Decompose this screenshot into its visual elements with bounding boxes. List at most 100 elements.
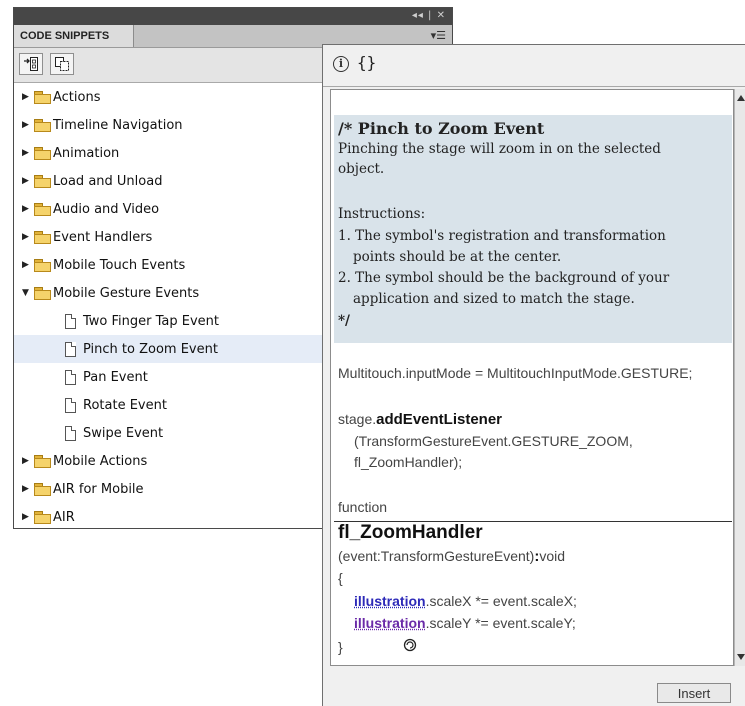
tree-item-label: Audio and Video (53, 201, 160, 217)
snippet-file-icon (65, 341, 76, 357)
snippet-file-icon (65, 425, 76, 441)
collapsed-triangle-icon[interactable]: ▶ (22, 232, 33, 242)
popup-toolbar: i {} (323, 45, 745, 87)
code-stage-prefix: stage. (338, 411, 377, 427)
panel-window-controls[interactable]: ◂◂ | ✕ (412, 10, 446, 21)
instructions-label: Instructions: (338, 206, 426, 222)
tab-code-snippets[interactable]: CODE SNIPPETS (14, 25, 134, 47)
tree-folder[interactable]: ▶ Animation (14, 139, 322, 167)
tree-item-label: Mobile Gesture Events (53, 285, 200, 301)
code-scale-x-rest: .scaleX *= event.scaleX; (425, 593, 577, 609)
collapsed-triangle-icon[interactable]: ▶ (22, 148, 33, 158)
tree-folder[interactable]: ▶ Event Handlers (14, 223, 322, 251)
code-stage-line: stage.addEventListener (338, 411, 502, 428)
tree-folder[interactable]: ▶ Audio and Video (14, 195, 322, 223)
collapsed-triangle-icon[interactable]: ▶ (22, 176, 33, 186)
folder-icon (34, 483, 51, 496)
tree-item-label: Load and Unload (53, 173, 163, 189)
instance-name-link-2[interactable]: illustration (354, 615, 426, 631)
code-scale-y-rest: .scaleY *= event.scaleY; (425, 615, 576, 631)
comment-close: */ (338, 313, 350, 329)
code-close-brace: } (338, 639, 343, 655)
folder-icon (34, 175, 51, 188)
code-signature-args: (event:TransformGestureEvent) (338, 548, 535, 564)
folder-icon (34, 203, 51, 216)
panel-titlebar: ◂◂ | ✕ (14, 8, 452, 25)
tree-snippet[interactable]: Pinch to Zoom Event (14, 335, 322, 363)
collapsed-triangle-icon[interactable]: ▶ (22, 456, 33, 466)
tree-item-label: Swipe Event (83, 425, 164, 441)
tree-item-label: Event Handlers (53, 229, 153, 245)
tree-folder[interactable]: ▶ Actions (14, 83, 322, 111)
tree-item-label: Pinch to Zoom Event (83, 341, 218, 357)
expanded-triangle-icon[interactable]: ▼ (22, 288, 33, 298)
instruction-2-line-1: 2. The symbol should be the background o… (338, 270, 670, 286)
hand-cursor-icon (403, 638, 417, 652)
info-icon[interactable]: i (333, 56, 349, 72)
tree-item-label: Pan Event (83, 369, 148, 385)
tree-snippet[interactable]: Swipe Event (14, 419, 322, 447)
tree-folder[interactable]: ▶ Mobile Actions (14, 447, 322, 475)
snippet-file-icon (65, 369, 76, 385)
tree-item-label: AIR for Mobile (53, 481, 144, 497)
code-signature-return: void (539, 548, 566, 564)
tree-folder[interactable]: ▶ Mobile Touch Events (14, 251, 322, 279)
code-listener-arg-2: fl_ZoomHandler); (354, 454, 463, 470)
tree-item-label: Mobile Touch Events (53, 257, 186, 273)
scroll-down-icon[interactable] (737, 654, 745, 660)
collapsed-triangle-icon[interactable]: ▶ (22, 512, 33, 522)
code-handler-name: fl_ZoomHandler (338, 522, 483, 543)
folder-icon (34, 287, 51, 300)
collapsed-triangle-icon[interactable]: ▶ (22, 260, 33, 270)
tree-snippet[interactable]: Rotate Event (14, 391, 322, 419)
snippet-title: /* Pinch to Zoom Event (338, 119, 545, 138)
folder-icon (34, 511, 51, 524)
folder-icon (34, 91, 51, 104)
snippet-viewer: /* Pinch to Zoom Event Pinching the stag… (330, 89, 734, 666)
braces-icon[interactable]: {} (357, 53, 376, 72)
snippet-description-popup: i {} /* Pinch to Zoom Event Pinching the… (322, 44, 745, 706)
collapsed-triangle-icon[interactable]: ▶ (22, 204, 33, 214)
tree-item-label: Rotate Event (83, 397, 167, 413)
scroll-up-icon[interactable] (737, 95, 745, 101)
tree-folder[interactable]: ▼ Mobile Gesture Events (14, 279, 322, 307)
tree-folder[interactable]: ▶ AIR (14, 503, 322, 528)
insert-button[interactable]: Insert (657, 683, 731, 703)
code-open-brace: { (338, 570, 343, 586)
tree-folder[interactable]: ▶ Load and Unload (14, 167, 322, 195)
code-scale-y-line: illustration.scaleY *= event.scaleY; (354, 615, 576, 631)
code-listener-arg-1: (TransformGestureEvent.GESTURE_ZOOM, (354, 433, 633, 449)
instruction-1-line-2: points should be at the center. (353, 249, 562, 265)
tree-snippet[interactable]: Pan Event (14, 363, 322, 391)
tree-item-label: Timeline Navigation (53, 117, 183, 133)
instance-name-link-1[interactable]: illustration (354, 593, 426, 609)
folder-icon (34, 119, 51, 132)
snippet-file-icon (65, 397, 76, 413)
copy-to-clipboard-button[interactable] (50, 53, 74, 75)
code-add-event-listener: addEventListener (376, 411, 503, 428)
viewer-scrollbar[interactable] (734, 89, 745, 666)
folder-icon (34, 147, 51, 160)
snippet-description-line-2: object. (338, 161, 385, 177)
instruction-1-line-1: 1. The symbol's registration and transfo… (338, 228, 666, 244)
folder-icon (34, 259, 51, 272)
panel-menu-icon[interactable]: ▾☰ (431, 29, 446, 42)
tree-folder[interactable]: ▶ Timeline Navigation (14, 111, 322, 139)
collapsed-triangle-icon[interactable]: ▶ (22, 92, 33, 102)
collapsed-triangle-icon[interactable]: ▶ (22, 120, 33, 130)
tree-folder[interactable]: ▶ AIR for Mobile (14, 475, 322, 503)
tree-snippet[interactable]: Two Finger Tap Event (14, 307, 322, 335)
snippet-tree: ▶ Actions ▶ Timeline Navigation ▶ Animation ▶ L… (14, 83, 322, 528)
tree-item-label: Two Finger Tap Event (83, 313, 219, 329)
tree-item-label: Mobile Actions (53, 453, 148, 469)
collapsed-triangle-icon[interactable]: ▶ (22, 484, 33, 494)
code-signature: (event:TransformGestureEvent):void (338, 548, 565, 565)
add-to-current-frame-button[interactable] (19, 53, 43, 75)
folder-icon (34, 455, 51, 468)
copy-icon (55, 57, 69, 71)
snippet-description-line-1: Pinching the stage will zoom in on the s… (338, 141, 661, 157)
code-input-mode-line: Multitouch.inputMode = MultitouchInputMo… (338, 365, 693, 381)
instruction-2-line-2: application and sized to match the stage… (353, 291, 635, 307)
add-to-frame-icon (24, 57, 38, 71)
code-function-keyword: function (338, 499, 388, 515)
